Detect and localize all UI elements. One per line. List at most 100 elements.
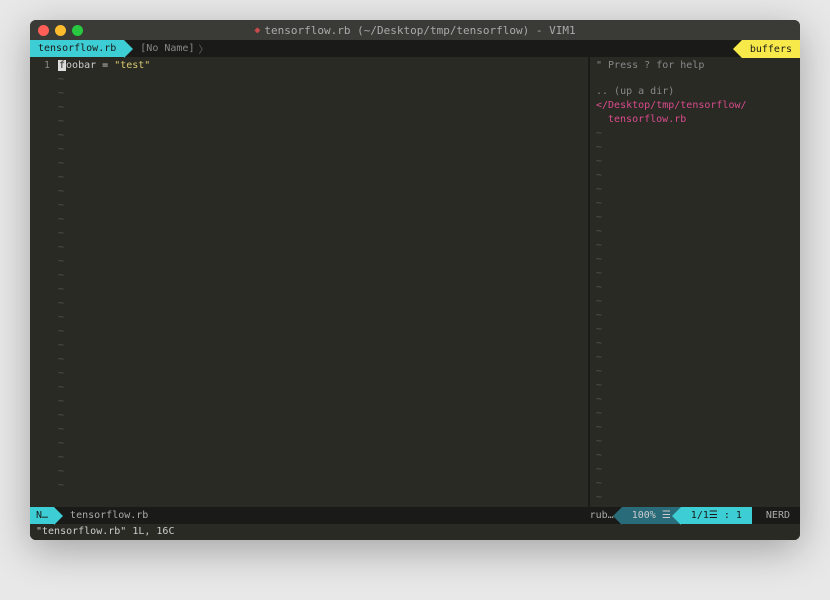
empty-line-tilde: ~	[58, 339, 584, 353]
empty-line-tilde: ~	[596, 379, 794, 393]
tab-active[interactable]: tensorflow.rb	[30, 40, 124, 57]
empty-line-tilde: ~	[596, 295, 794, 309]
empty-line-tilde: ~	[58, 325, 584, 339]
empty-line-tilde: ~	[596, 127, 794, 141]
empty-line-tilde: ~	[596, 421, 794, 435]
empty-line-tilde: ~	[58, 157, 584, 171]
empty-line-tilde: ~	[58, 73, 584, 87]
empty-line-tilde: ~	[58, 213, 584, 227]
empty-line-tilde: ~	[596, 267, 794, 281]
empty-line-tilde: ~	[596, 323, 794, 337]
status-filename: tensorflow.rb	[54, 507, 156, 524]
editor-area: 1 foobar = "test" ~~~~~~~~~~~~~~~~~~~~~~…	[30, 57, 800, 507]
empty-line-tilde: ~	[596, 463, 794, 477]
status-filename-label: tensorflow.rb	[70, 510, 148, 521]
code-string: "test"	[114, 60, 150, 71]
empty-line-tilde: ~	[596, 393, 794, 407]
command-line[interactable]: "tensorflow.rb" 1L, 16C	[30, 524, 800, 540]
code-text: oobar =	[66, 60, 114, 71]
close-button[interactable]	[38, 25, 49, 36]
tree-path[interactable]: </Desktop/tmp/tensorflow/	[596, 99, 794, 113]
empty-line-tilde: ~	[58, 283, 584, 297]
line-gutter: 1	[30, 57, 54, 507]
statusline: N… tensorflow.rb rub… 100% ☰ 1/1☰ : 1 NE…	[30, 507, 800, 524]
empty-line-tilde: ~	[596, 225, 794, 239]
tab-active-label: tensorflow.rb	[38, 43, 116, 54]
cursor: f	[58, 60, 66, 71]
empty-line-tilde: ~	[58, 465, 584, 479]
empty-line-tilde: ~	[596, 449, 794, 463]
empty-line-tilde: ~	[58, 297, 584, 311]
tab-bar: tensorflow.rb [No Name] 〉 buffers	[30, 40, 800, 57]
line-number: 1	[34, 59, 50, 73]
empty-line-tilde: ~	[596, 211, 794, 225]
status-nerdtree: NERD	[756, 507, 800, 524]
chevron-right-icon: 〉	[198, 41, 208, 56]
traffic-lights	[38, 25, 83, 36]
ruby-icon: ◆	[254, 25, 260, 36]
empty-line-tilde: ~	[596, 155, 794, 169]
tree-help: " Press ? for help	[596, 59, 794, 73]
empty-line-tilde: ~	[596, 253, 794, 267]
empty-line-tilde: ~	[58, 479, 584, 493]
buffers-badge[interactable]: buffers	[742, 40, 800, 58]
status-filetype-label: rub…	[590, 510, 614, 521]
tab-inactive[interactable]: [No Name] 〉	[124, 40, 216, 57]
empty-line-tilde: ~	[58, 269, 584, 283]
empty-line-tilde: ~	[58, 101, 584, 115]
tree-up-dir[interactable]: .. (up a dir)	[596, 85, 794, 99]
empty-line-tilde: ~	[58, 241, 584, 255]
status-percent-label: 100% ☰	[632, 510, 671, 521]
mode-indicator: N…	[30, 507, 54, 524]
empty-line-tilde: ~	[58, 437, 584, 451]
tree-file[interactable]: tensorflow.rb	[596, 113, 794, 127]
empty-line-tilde: ~	[58, 171, 584, 185]
empty-line-tilde: ~	[596, 477, 794, 491]
empty-line-tilde: ~	[596, 407, 794, 421]
empty-line-tilde: ~	[596, 281, 794, 295]
status-position: 1/1☰ : 1	[681, 507, 752, 524]
empty-line-tilde: ~	[58, 115, 584, 129]
tab-inactive-label: [No Name]	[140, 43, 194, 54]
window-title: ◆ tensorflow.rb (~/Desktop/tmp/tensorflo…	[254, 24, 575, 37]
status-spacer	[156, 507, 581, 524]
empty-line-tilde: ~	[58, 381, 584, 395]
mode-label: N…	[36, 510, 48, 521]
status-nerd-label: NERD	[766, 510, 790, 521]
empty-line-tilde: ~	[58, 353, 584, 367]
empty-line-tilde: ~	[58, 409, 584, 423]
empty-line-tilde: ~	[596, 435, 794, 449]
empty-line-tilde: ~	[58, 395, 584, 409]
empty-line-tilde: ~	[596, 239, 794, 253]
empty-line-tilde: ~	[596, 141, 794, 155]
empty-line-tilde: ~	[596, 491, 794, 505]
empty-line-tilde: ~	[596, 197, 794, 211]
empty-line-tilde: ~	[596, 337, 794, 351]
empty-line-tilde: ~	[58, 255, 584, 269]
empty-line-tilde: ~	[58, 227, 584, 241]
empty-line-tilde: ~	[596, 169, 794, 183]
empty-line-tilde: ~	[58, 451, 584, 465]
empty-line-tilde: ~	[58, 185, 584, 199]
command-line-text: "tensorflow.rb" 1L, 16C	[36, 526, 174, 537]
empty-line-tilde: ~	[596, 309, 794, 323]
empty-line-tilde: ~	[58, 87, 584, 101]
empty-line-tilde: ~	[58, 311, 584, 325]
empty-line-tilde: ~	[596, 365, 794, 379]
code-pane[interactable]: foobar = "test" ~~~~~~~~~~~~~~~~~~~~~~~~…	[54, 57, 588, 507]
empty-line-tilde: ~	[596, 183, 794, 197]
empty-line-tilde: ~	[596, 351, 794, 365]
empty-line-tilde: ~	[58, 423, 584, 437]
maximize-button[interactable]	[72, 25, 83, 36]
status-position-label: 1/1☰ : 1	[691, 510, 742, 521]
buffers-label: buffers	[750, 44, 792, 55]
empty-line-tilde: ~	[58, 129, 584, 143]
empty-line-tilde: ~	[58, 199, 584, 213]
terminal-window: ◆ tensorflow.rb (~/Desktop/tmp/tensorflo…	[30, 20, 800, 540]
titlebar: ◆ tensorflow.rb (~/Desktop/tmp/tensorflo…	[30, 20, 800, 40]
empty-line-tilde: ~	[58, 143, 584, 157]
empty-line-tilde: ~	[58, 367, 584, 381]
code-line: foobar = "test"	[58, 59, 584, 73]
nerdtree-pane[interactable]: " Press ? for help .. (up a dir) </Deskt…	[590, 57, 800, 507]
minimize-button[interactable]	[55, 25, 66, 36]
